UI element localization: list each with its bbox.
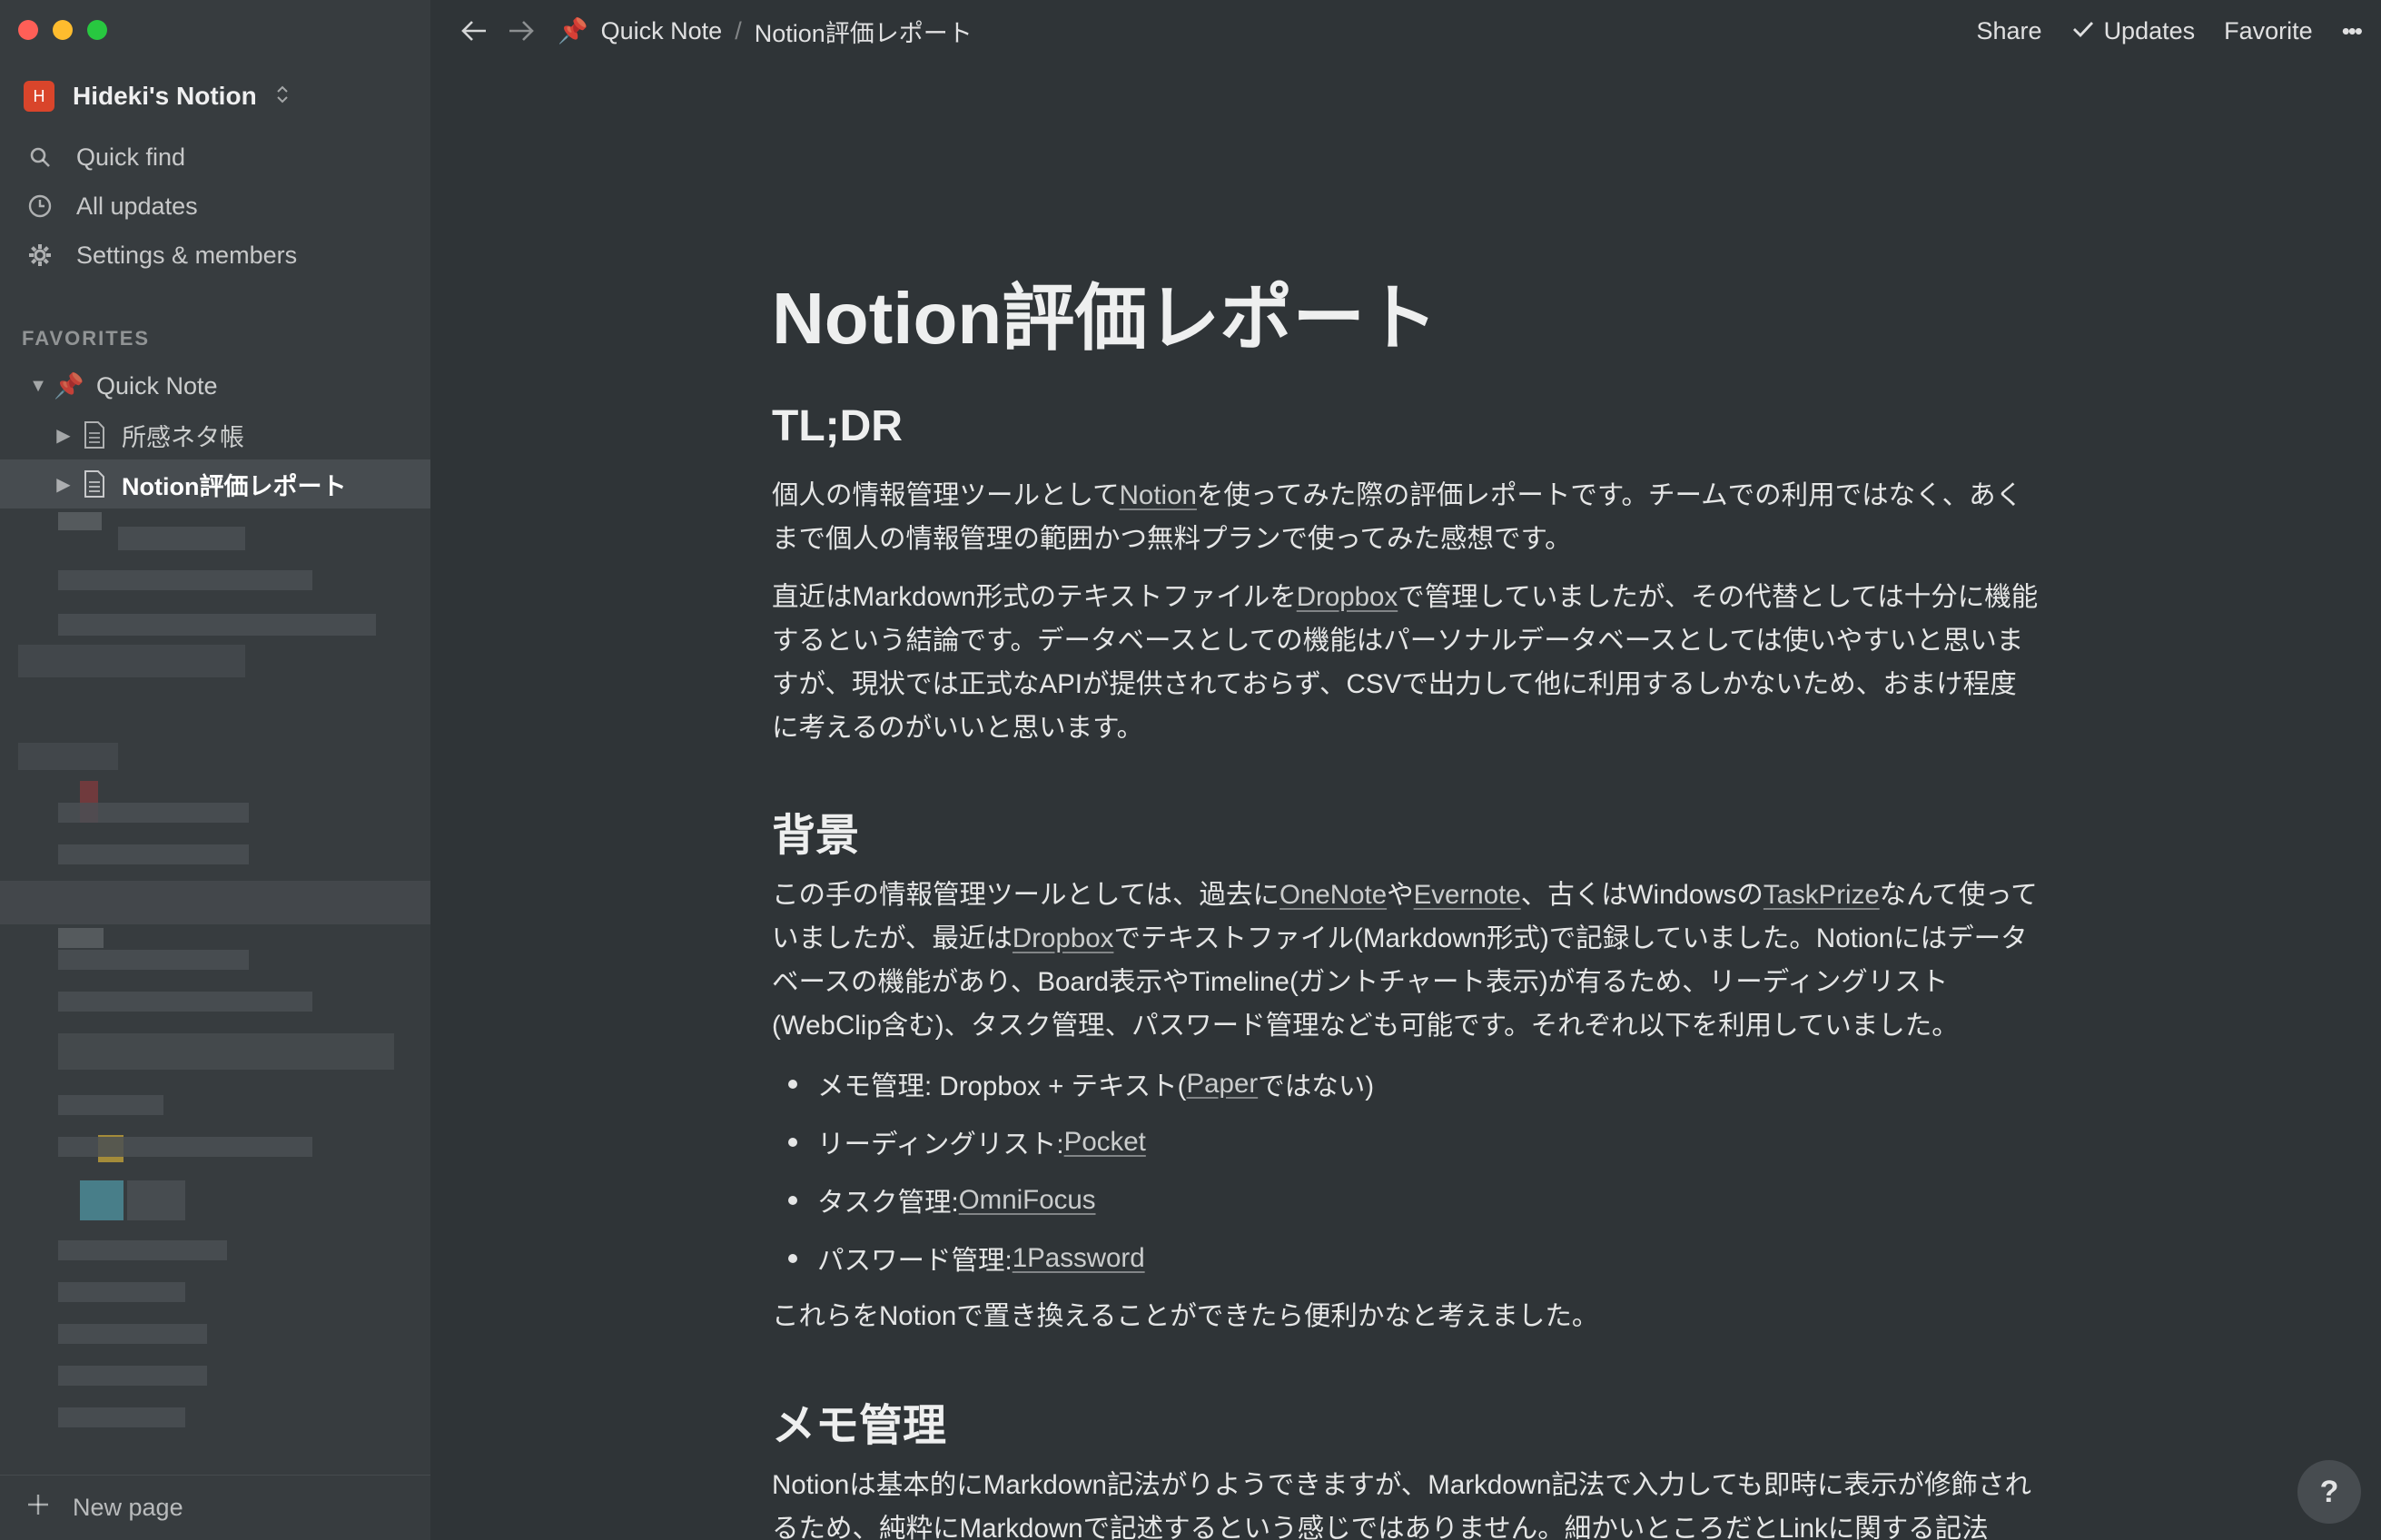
bullet-dot [788, 1254, 797, 1263]
history-nav [458, 15, 538, 47]
paragraph-background[interactable]: この手の情報管理ツールとしては、過去にOneNoteやEvernote、古くはW… [772, 874, 2043, 1048]
chevron-updown-icon [275, 84, 290, 109]
new-page-label: New page [73, 1494, 183, 1521]
heading-memo[interactable]: メモ管理 [772, 1389, 946, 1453]
list-item[interactable]: タスク管理: OmniFocus [772, 1171, 2043, 1229]
sidebar-item-label: Quick Note [96, 371, 218, 400]
text-span: や [1387, 880, 1414, 910]
bullet-dot [788, 1196, 797, 1205]
text-span: 個人の情報管理ツールとして [772, 480, 1120, 510]
text-span: この手の情報管理ツールとしては、過去に [772, 880, 1280, 910]
text-span: リーディングリスト: [817, 1130, 1064, 1160]
link-dropbox[interactable]: Dropbox [1013, 923, 1114, 953]
bullet-dot [788, 1080, 797, 1089]
text-span: メモ管理: Dropbox + テキスト( [817, 1071, 1187, 1101]
workspace-switcher[interactable]: H Hideki's Notion [24, 78, 290, 114]
pin-icon: 📌 [558, 17, 588, 44]
paragraph-memo[interactable]: Notionは基本的にMarkdown記法がりようできますが、Markdown記… [772, 1464, 2043, 1540]
sidebar-item-settings[interactable]: Settings & members [0, 231, 430, 280]
favorite-button[interactable]: Favorite [2224, 17, 2313, 45]
heading-tldr[interactable]: TL;DR [772, 401, 903, 451]
text-span: パスワード管理: [817, 1246, 1013, 1276]
gear-icon [25, 241, 54, 270]
updates-button[interactable]: Updates [2071, 16, 2196, 45]
updates-label: Updates [2103, 16, 2196, 44]
link-notion[interactable]: Notion [1120, 480, 1197, 510]
favorites-tree: ▼ 📌 Quick Note ▶ 所感ネタ帳 ▶ Notion評価レポート [0, 361, 430, 508]
check-icon [2071, 17, 2095, 45]
link-onenote[interactable]: OneNote [1279, 880, 1387, 910]
notion-window: H Hideki's Notion Quick find All updates [0, 0, 2381, 1540]
pin-icon: 📌 [54, 372, 84, 400]
clock-icon [25, 192, 54, 221]
top-actions: Share Updates Favorite ••• [1977, 0, 2364, 62]
link-evernote[interactable]: Evernote [1414, 880, 1521, 910]
sidebar-item-notion-report[interactable]: ▶ Notion評価レポート [0, 459, 430, 508]
text-span: 、古くはWindowsの [1520, 880, 1764, 910]
sidebar-item-label: Quick find [76, 143, 186, 171]
text-span: ではない) [1258, 1071, 1375, 1101]
forward-arrow-icon[interactable] [505, 15, 538, 47]
sidebar-item-quick-find[interactable]: Quick find [0, 133, 430, 182]
minimize-window-button[interactable] [53, 20, 73, 40]
text-span: 直近はMarkdown形式のテキストファイルを [772, 582, 1297, 612]
breadcrumb-separator: / [735, 16, 742, 44]
close-window-button[interactable] [18, 20, 38, 40]
link-1password[interactable]: 1Password [1013, 1243, 1145, 1274]
workspace-name: Hideki's Notion [73, 82, 257, 110]
list-item[interactable]: リーディングリスト: Pocket [772, 1113, 2043, 1171]
breadcrumb-current[interactable]: Notion評価レポート [755, 14, 973, 49]
sidebar-item-label: Settings & members [76, 241, 298, 269]
new-page-button[interactable]: New page [0, 1475, 430, 1540]
window-controls [18, 20, 107, 40]
topbar: 📌 Quick Note / Notion評価レポート Share Update… [430, 0, 2381, 62]
sidebar-item-quick-note[interactable]: ▼ 📌 Quick Note [0, 361, 430, 410]
link-taskprize[interactable]: TaskPrize [1764, 880, 1880, 910]
redacted-page-list [0, 508, 430, 1471]
sidebar-item-shokan-netacho[interactable]: ▶ 所感ネタ帳 [0, 410, 430, 459]
zoom-window-button[interactable] [87, 20, 107, 40]
link-omnifocus[interactable]: OmniFocus [959, 1185, 1096, 1216]
text-span: タスク管理: [817, 1188, 959, 1218]
caret-right-icon[interactable]: ▶ [51, 424, 76, 447]
search-icon [25, 143, 54, 172]
paragraph-tldr-1[interactable]: 個人の情報管理ツールとしてNotionを使ってみた際の評価レポートです。チームで… [772, 474, 2043, 561]
sidebar-item-label: Notion評価レポート [122, 472, 347, 500]
tool-list: メモ管理: Dropbox + テキスト(Paper ではない) リーディングリス… [772, 1055, 2043, 1288]
caret-right-icon[interactable]: ▶ [51, 473, 76, 496]
sidebar-nav: Quick find All updates Settings & member… [0, 133, 430, 280]
page-title[interactable]: Notion評価レポート [772, 260, 1437, 365]
workspace-avatar: H [24, 81, 54, 112]
breadcrumb: 📌 Quick Note / Notion評価レポート [558, 14, 973, 49]
share-button[interactable]: Share [1977, 17, 2042, 45]
plus-icon [25, 1492, 51, 1524]
favorites-header: FAVORITES [22, 327, 151, 350]
link-paper[interactable]: Paper [1186, 1069, 1258, 1100]
sidebar-item-all-updates[interactable]: All updates [0, 182, 430, 231]
paragraph-tldr-2[interactable]: 直近はMarkdown形式のテキストファイルをDropboxで管理していましたが… [772, 576, 2043, 750]
breadcrumb-parent[interactable]: Quick Note [601, 17, 723, 45]
heading-background[interactable]: 背景 [772, 799, 859, 863]
back-arrow-icon[interactable] [458, 15, 490, 47]
more-options-icon[interactable]: ••• [2342, 17, 2363, 45]
link-pocket[interactable]: Pocket [1064, 1127, 1146, 1158]
sidebar-item-label: All updates [76, 192, 198, 220]
paragraph-conclusion[interactable]: これらをNotionで置き換えることができたら便利かなと考えました。 [772, 1295, 2043, 1338]
list-item[interactable]: パスワード管理: 1Password [772, 1229, 2043, 1288]
page-icon [76, 420, 113, 449]
list-item[interactable]: メモ管理: Dropbox + テキスト(Paper ではない) [772, 1055, 2043, 1113]
sidebar-item-label: 所感ネタ帳 [122, 423, 244, 451]
page-icon [76, 469, 113, 499]
bullet-dot [788, 1138, 797, 1147]
caret-down-icon[interactable]: ▼ [25, 376, 51, 397]
sidebar: H Hideki's Notion Quick find All updates [0, 0, 430, 1540]
help-button[interactable]: ? [2297, 1460, 2361, 1524]
link-dropbox[interactable]: Dropbox [1297, 582, 1398, 612]
